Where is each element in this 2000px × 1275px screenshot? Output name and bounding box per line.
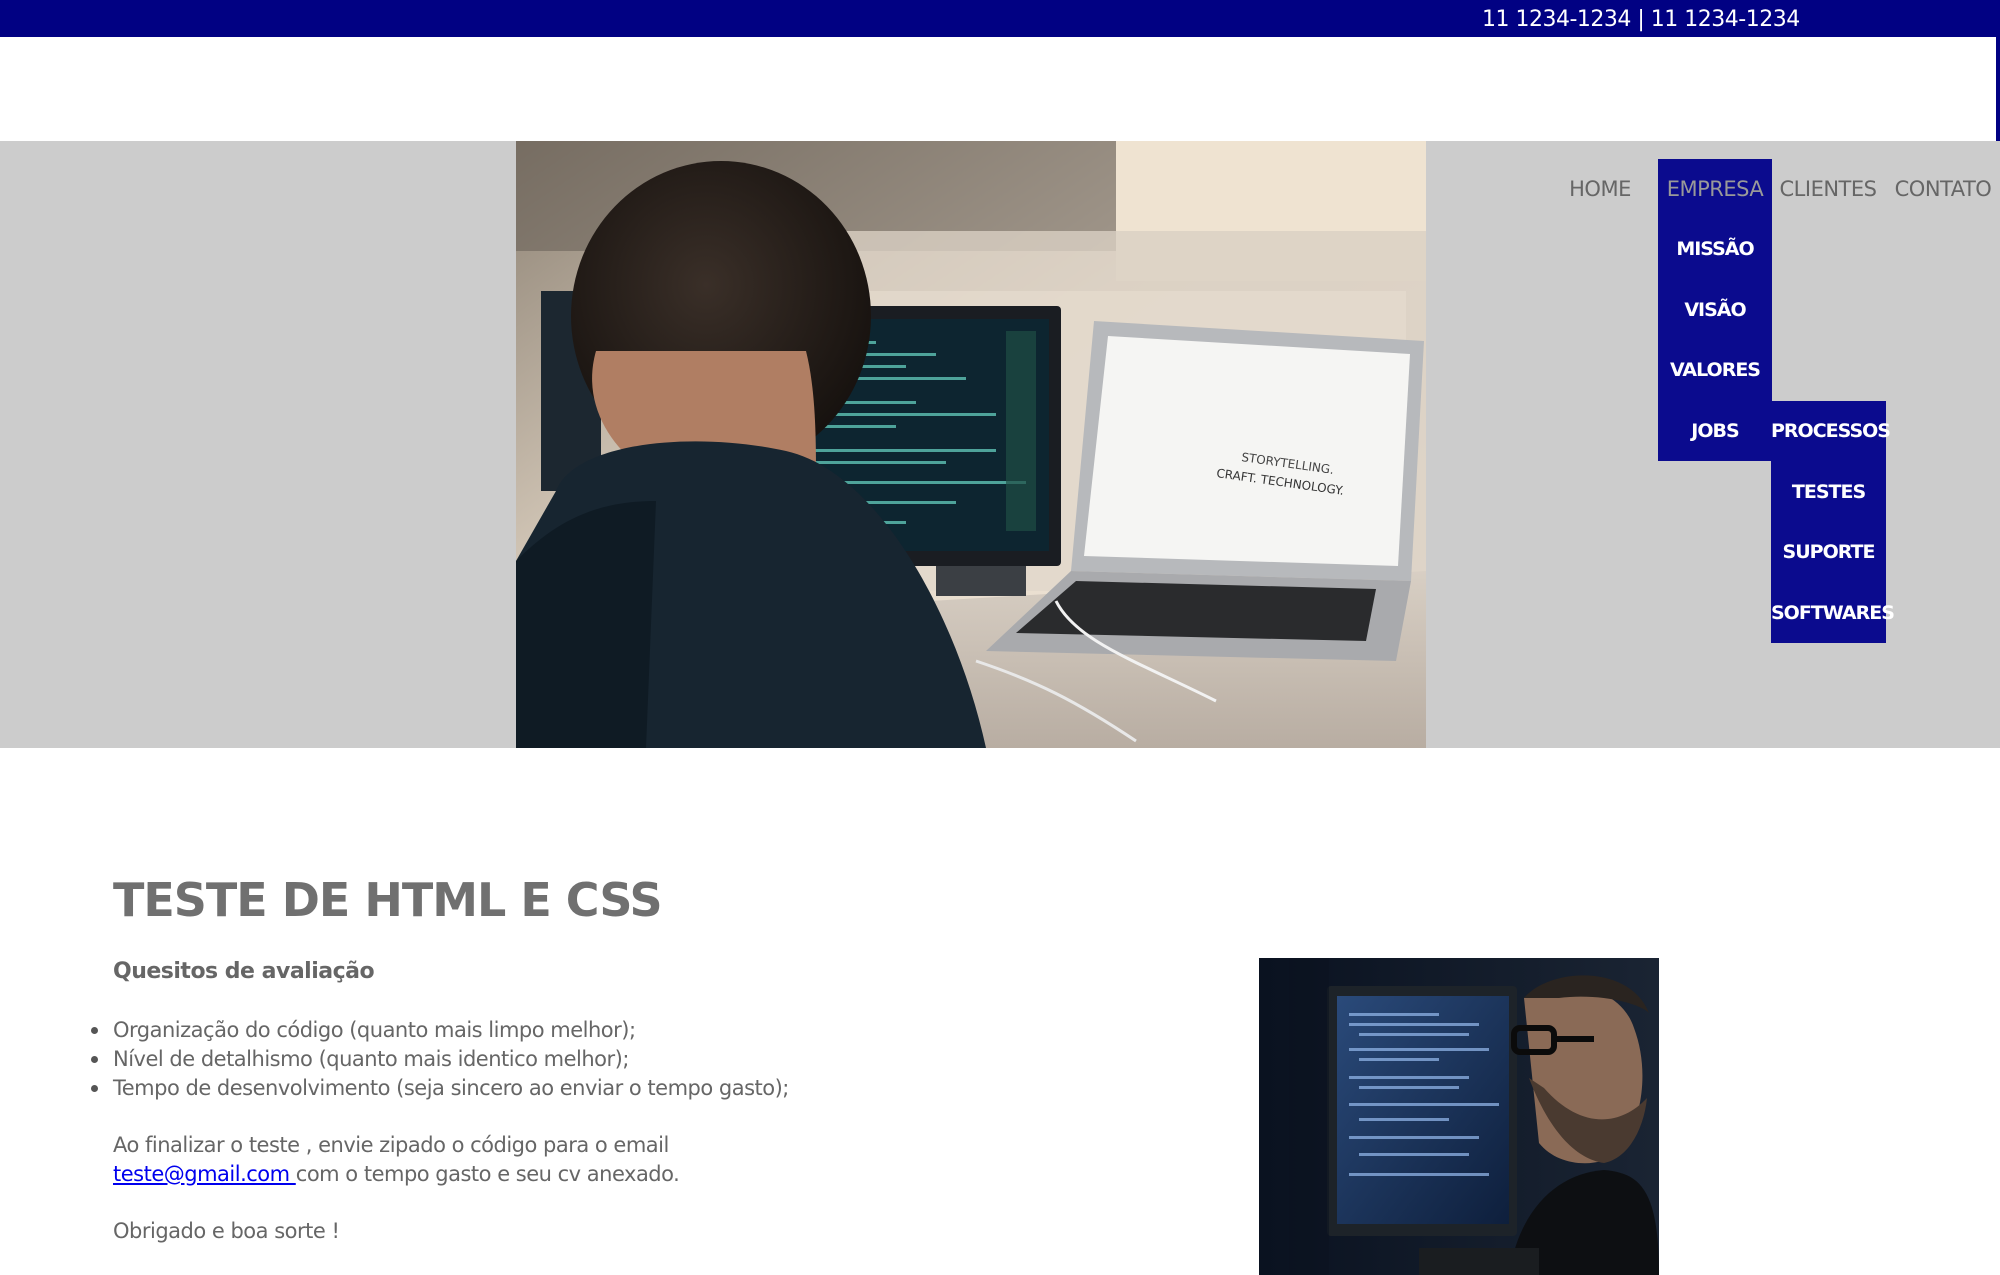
- nav-contato[interactable]: CONTATO: [1891, 159, 1995, 219]
- page: 11 1234-1234 | 11 1234-1234 STORYTELLING…: [0, 0, 2000, 1275]
- bullet-icon: [91, 1027, 98, 1034]
- nav-empresa[interactable]: EMPRESA: [1658, 159, 1772, 219]
- bullet-icon: [91, 1085, 98, 1092]
- submenu-item-missao[interactable]: MISSÃO: [1658, 219, 1772, 279]
- side-image: [1259, 958, 1659, 1275]
- jobs-dropdown: PROCESSOS TESTES SUPORTE SOFTWARES: [1771, 401, 1895, 643]
- right-edge-bar: [1996, 37, 2000, 142]
- nav-clientes[interactable]: CLIENTES: [1778, 159, 1878, 219]
- submenu-item-valores[interactable]: VALORES: [1658, 340, 1772, 400]
- submenu-item-jobs[interactable]: JOBS: [1658, 401, 1772, 461]
- criteria-text: Nível de detalhismo (quanto mais identic…: [113, 1047, 629, 1071]
- criteria-list: Organização do código (quanto mais limpo…: [91, 1016, 789, 1103]
- submenu-item-processos[interactable]: PROCESSOS: [1771, 401, 1891, 461]
- submenu-item-suporte[interactable]: SUPORTE: [1771, 522, 1886, 582]
- finish-instructions: Ao finalizar o teste , envie zipado o có…: [113, 1133, 669, 1157]
- criteria-text: Organização do código (quanto mais limpo…: [113, 1018, 636, 1042]
- section-subtitle: Quesitos de avaliação: [113, 959, 375, 984]
- list-item: Organização do código (quanto mais limpo…: [91, 1016, 789, 1045]
- submenu-item-softwares[interactable]: SOFTWARES: [1771, 583, 1895, 643]
- phone-numbers: 11 1234-1234 | 11 1234-1234: [1482, 7, 1800, 32]
- submenu-item-testes[interactable]: TESTES: [1771, 462, 1886, 522]
- page-title: TESTE DE HTML E CSS: [113, 873, 663, 927]
- list-item: Tempo de desenvolvimento (seja sincero a…: [91, 1074, 789, 1103]
- email-suffix-text: com o tempo gasto e seu cv anexado.: [295, 1162, 680, 1186]
- email-line: teste@gmail.com com o tempo gasto e seu …: [113, 1160, 680, 1189]
- empresa-dropdown: MISSÃO VISÃO VALORES JOBS: [1658, 219, 1772, 461]
- bullet-icon: [91, 1056, 98, 1063]
- top-contact-bar: 11 1234-1234 | 11 1234-1234: [0, 0, 2000, 37]
- criteria-text: Tempo de desenvolvimento (seja sincero a…: [113, 1076, 789, 1100]
- list-item: Nível de detalhismo (quanto mais identic…: [91, 1045, 789, 1074]
- submenu-item-visao[interactable]: VISÃO: [1658, 280, 1772, 340]
- hero-image: STORYTELLING. CRAFT. TECHNOLOGY.: [516, 141, 1426, 748]
- thanks-text: Obrigado e boa sorte !: [113, 1219, 340, 1243]
- nav-home[interactable]: HOME: [1560, 159, 1640, 219]
- email-link[interactable]: teste@gmail.com: [113, 1162, 296, 1186]
